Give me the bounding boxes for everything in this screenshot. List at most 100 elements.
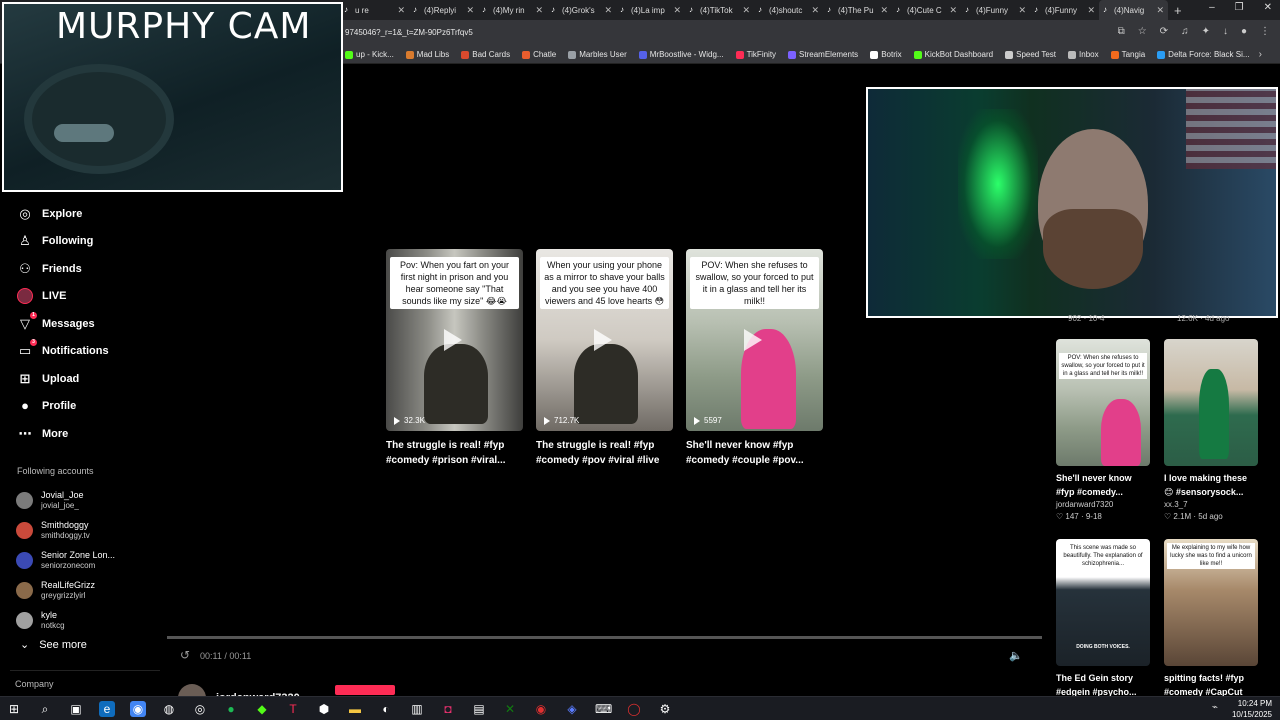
terminal-icon[interactable]: ⌨ <box>595 701 612 717</box>
sidebar-item-explore[interactable]: ◎ Explore <box>0 200 170 228</box>
video-thumbnail[interactable]: Pov: When you fart on your first night i… <box>386 249 523 431</box>
app-icon-2[interactable]: ◎ <box>192 701 208 717</box>
recommended-video-card[interactable]: I love making these 😊 #sensorysock... xx.… <box>1164 339 1258 523</box>
recommended-thumbnail[interactable]: DOING BOTH VOICES. This scene was made so… <box>1056 539 1150 666</box>
bookmark-item[interactable]: KickBot Dashboard <box>913 50 993 59</box>
close-icon[interactable]: ✕ <box>811 5 819 16</box>
settings-gear-icon[interactable]: ⚙ <box>657 701 673 717</box>
new-tab-button[interactable]: + <box>1174 3 1182 18</box>
following-account-item[interactable]: Senior Zone Lon... seniorzonecom <box>16 545 115 575</box>
recommended-username[interactable]: jordanward7320 <box>1056 499 1150 511</box>
sidebar-item-messages[interactable]: ▽ 1 Messages <box>0 310 170 338</box>
puzzle-icon[interactable]: ✦ <box>1202 26 1210 37</box>
edge-icon[interactable]: e <box>99 701 115 717</box>
recommended-description[interactable]: The Ed Gein story #edgein #psycho... <box>1056 671 1150 699</box>
browser-tab[interactable]: ♪ (4)My rin ✕ <box>478 0 547 20</box>
sidebar-item-following[interactable]: ♙ Following <box>0 228 170 256</box>
app-icon-4[interactable]: ▥ <box>409 701 425 717</box>
video-card[interactable]: When your using your phone as a mirror t… <box>536 249 673 468</box>
video-description[interactable]: The struggle is real! #fyp #comedy #pris… <box>386 438 523 468</box>
bookmark-item[interactable]: Tangia <box>1110 50 1145 59</box>
kick-icon[interactable]: ◆ <box>254 701 270 717</box>
windows-start-icon[interactable]: ⊞ <box>6 701 22 717</box>
close-icon[interactable]: ✕ <box>397 5 405 16</box>
spotify-icon[interactable]: ● <box>223 701 239 717</box>
bookmark-item[interactable]: Mad Libs <box>405 50 449 59</box>
menu-icon[interactable]: ⋮ <box>1260 26 1270 37</box>
browser-tab[interactable]: ♪ (4)TikTok ✕ <box>685 0 754 20</box>
sidebar-item-live[interactable]: LIVE <box>0 283 170 311</box>
bookmark-item[interactable]: Chatle <box>522 50 556 59</box>
video-card[interactable]: Pov: When you fart on your first night i… <box>386 249 523 468</box>
sidebar-item-friends[interactable]: ⚇ Friends <box>0 255 170 283</box>
close-icon[interactable]: ✕ <box>1156 5 1164 16</box>
task-view-icon[interactable]: ▣ <box>68 701 84 717</box>
recommended-description[interactable]: I love making these 😊 #sensorysock... <box>1164 471 1258 499</box>
bookmark-item[interactable]: StreamElements <box>788 50 858 59</box>
following-account-item[interactable]: Jovial_Joe jovial_joe_ <box>16 485 115 515</box>
minimize-icon[interactable]: – <box>1209 2 1215 13</box>
bookmark-item[interactable]: Bad Cards <box>461 50 510 59</box>
recommended-video-card[interactable]: Me explaining to my wife how lucky she w… <box>1164 539 1258 699</box>
close-icon[interactable]: ✕ <box>466 5 474 16</box>
following-account-item[interactable]: Smithdoggy smithdoggy.tv <box>16 515 115 545</box>
close-icon[interactable]: ✕ <box>673 5 681 16</box>
profile-avatar-icon[interactable]: ● <box>1241 26 1247 37</box>
browser-tab[interactable]: ♪ (4)shoutc ✕ <box>754 0 823 20</box>
install-app-icon[interactable]: ⧉ <box>1118 26 1125 37</box>
close-icon[interactable]: ✕ <box>535 5 543 16</box>
app-icon-8[interactable]: ◯ <box>626 701 642 717</box>
download-icon[interactable]: ↓ <box>1223 26 1228 37</box>
recommended-video-card[interactable]: DOING BOTH VOICES. This scene was made so… <box>1056 539 1150 699</box>
bookmark-item[interactable]: Marbles User <box>568 50 627 59</box>
replay-icon[interactable]: ↺ <box>180 648 190 662</box>
video-progress-bar[interactable] <box>167 636 1042 639</box>
browser-tab[interactable]: ♪ u re ✕ <box>340 0 409 20</box>
video-card[interactable]: POV: When she refuses to swallow, so you… <box>686 249 823 468</box>
see-more-button[interactable]: ⌄ See more <box>20 638 87 652</box>
sidebar-item-profile[interactable]: ● Profile <box>0 393 170 421</box>
browser-tab[interactable]: ♪ (4)Cute C ✕ <box>892 0 961 20</box>
recommended-thumbnail[interactable] <box>1164 339 1258 466</box>
close-icon[interactable]: ✕ <box>604 5 612 16</box>
browser-tab[interactable]: ♪ (4)La imp ✕ <box>616 0 685 20</box>
search-icon[interactable]: ⌕ <box>37 701 53 717</box>
video-description[interactable]: She'll never know #fyp #comedy #couple #… <box>686 438 823 468</box>
extension-icon[interactable]: ⟳ <box>1160 26 1168 37</box>
follow-button[interactable] <box>335 685 395 695</box>
system-tray-icon[interactable]: ⌁ <box>1212 702 1218 713</box>
browser-tab[interactable]: ♪ (4)Funny ✕ <box>1030 0 1099 20</box>
obs-icon[interactable]: ⬢ <box>316 701 332 717</box>
app-icon-1[interactable]: ◍ <box>161 701 177 717</box>
close-icon[interactable]: ✕ <box>1018 5 1026 16</box>
video-thumbnail[interactable]: When your using your phone as a mirror t… <box>536 249 673 431</box>
sidebar-item-notifications[interactable]: ▭ 3 Notifications <box>0 338 170 366</box>
recommended-description[interactable]: She'll never know #fyp #comedy... <box>1056 471 1150 499</box>
video-description[interactable]: The struggle is real! #fyp #comedy #pov … <box>536 438 673 468</box>
volume-icon[interactable]: 🔈 <box>1009 649 1023 662</box>
url-field[interactable]: 9745046?_r=1&_t=ZM-90Pz6Trfqv5 <box>345 28 473 37</box>
recommended-thumbnail[interactable]: POV: When she refuses to swallow, so you… <box>1056 339 1150 466</box>
bookmark-item[interactable]: Speed Test <box>1005 50 1056 59</box>
app-icon-5[interactable]: ▤ <box>471 701 487 717</box>
bookmark-item[interactable]: up - Kick... <box>345 50 394 59</box>
close-icon[interactable]: ✕ <box>1087 5 1095 16</box>
company-link[interactable]: Company <box>15 679 54 689</box>
app-icon-7[interactable]: ◈ <box>564 701 580 717</box>
tikfinity-icon[interactable]: T <box>285 701 301 717</box>
recommended-description[interactable]: spitting facts! #fyp #comedy #CapCut <box>1164 671 1258 699</box>
close-icon[interactable]: ✕ <box>742 5 750 16</box>
chrome-icon[interactable]: ◉ <box>130 701 146 717</box>
recommended-thumbnail[interactable]: Me explaining to my wife how lucky she w… <box>1164 539 1258 666</box>
sidebar-item-more[interactable]: ⋯ More <box>0 420 170 448</box>
close-icon[interactable]: ✕ <box>880 5 888 16</box>
bookmark-item[interactable]: MrBoostlive - Widg... <box>638 50 724 59</box>
xbox-icon[interactable]: ✕ <box>502 701 518 717</box>
recommended-username[interactable]: xx.3_7 <box>1164 499 1258 511</box>
following-account-item[interactable]: kyle notkcg <box>16 605 115 635</box>
app-icon-6[interactable]: ◉ <box>533 701 549 717</box>
browser-tab[interactable]: ♪ (4)Funny ✕ <box>961 0 1030 20</box>
bookmark-star-icon[interactable]: ☆ <box>1138 26 1147 37</box>
sidebar-item-upload[interactable]: ⊞ Upload <box>0 365 170 393</box>
browser-tab[interactable]: ♪ (4)Navig ✕ <box>1099 0 1168 20</box>
